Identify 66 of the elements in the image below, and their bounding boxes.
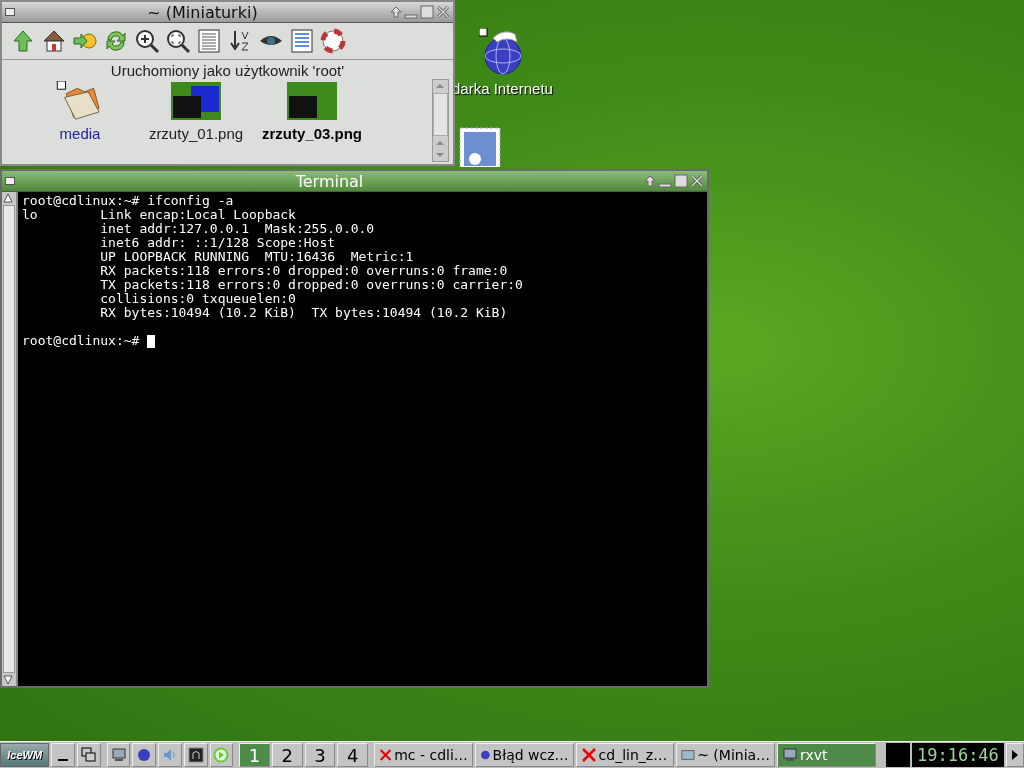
launcher-button[interactable] (183, 743, 208, 767)
maximize-icon[interactable] (420, 5, 434, 19)
file-name[interactable]: zrzuty_03.png (262, 125, 362, 142)
x-icon (580, 747, 597, 763)
terminal-line: collisions:0 txqueuelen:0 (99, 292, 296, 306)
play-icon (213, 747, 230, 763)
scrollbar[interactable] (432, 79, 449, 162)
window-title: Terminal (294, 171, 365, 191)
status-message: Uruchomiony jako użytkownik 'root' (109, 61, 346, 79)
window-list-button[interactable] (77, 743, 101, 767)
task-button[interactable]: rxvt (777, 743, 876, 767)
launcher-button[interactable] (132, 743, 157, 767)
windows-icon (80, 747, 97, 763)
terminal-icon (187, 747, 204, 763)
task-button[interactable]: Błąd wcz… (474, 743, 574, 767)
launcher-button[interactable] (106, 743, 131, 767)
zoom-fit-icon[interactable] (165, 28, 191, 54)
close-icon[interactable] (436, 5, 450, 19)
workspace-button[interactable]: 4 (337, 743, 369, 767)
close-icon[interactable] (690, 174, 704, 188)
minimize-all-button[interactable] (51, 743, 76, 767)
list-icon[interactable] (289, 28, 315, 54)
terminal-line: UP LOOPBACK RUNNING MTU:16436 Metric:1 (99, 250, 415, 264)
terminal-line: RX bytes:10494 (10.2 KiB) TX bytes:10494 (10.2 KiB) (99, 306, 509, 320)
roll-up-icon[interactable] (644, 174, 656, 188)
workspace-button[interactable]: 2 (271, 743, 303, 767)
stamp-icon[interactable] (459, 127, 501, 167)
roll-up-icon[interactable] (390, 5, 402, 19)
screenshot-thumbnail[interactable] (287, 81, 337, 121)
screenshot-thumbnail[interactable] (171, 81, 221, 121)
arrow-icon (1011, 749, 1020, 761)
clock[interactable]: 19:16:46 (911, 743, 1005, 767)
terminal-line: lo Link encap:Local Loopback (22, 208, 297, 222)
maximize-icon[interactable] (674, 174, 688, 188)
zoom-in-icon[interactable] (134, 28, 160, 54)
scrollbar[interactable] (2, 192, 18, 686)
file-name[interactable]: media (59, 125, 101, 142)
speaker-icon (161, 747, 178, 763)
details-icon[interactable] (196, 28, 222, 54)
x-icon (379, 747, 393, 763)
tray-toggle-button[interactable] (1006, 743, 1024, 767)
shell-prompt: root@cdlinux:~# (22, 334, 141, 348)
monitor-icon (110, 747, 127, 763)
terminal-line: inet6 addr: ::1/128 Scope:Host (99, 236, 337, 250)
workspace-button[interactable]: 3 (304, 743, 336, 767)
scrollbar-thumb[interactable] (433, 93, 448, 136)
scrollbar-thumb[interactable] (3, 205, 15, 673)
task-button[interactable]: cd_lin_z… (575, 743, 675, 767)
home-icon[interactable] (41, 28, 67, 54)
cpu-meter (885, 743, 910, 767)
workspace-button[interactable]: 1 (239, 743, 270, 767)
terminal-line: RX packets:118 errors:0 dropped:0 overruns:0 frame:0 (99, 264, 509, 278)
minimize-icon (58, 759, 69, 761)
task-button[interactable]: mc - cdli… (374, 743, 473, 767)
task-button[interactable]: ~ (Minia… (676, 743, 776, 767)
refresh-icon[interactable] (103, 28, 129, 54)
text-cursor (147, 334, 156, 348)
monitor-icon (782, 747, 799, 763)
terminal-line: TX packets:118 errors:0 dropped:0 overruns:0 carrier:0 (99, 278, 524, 292)
terminal-line: inet addr:127.0.0.1 Mask:255.0.0.0 (99, 222, 376, 236)
up-arrow-icon[interactable] (10, 28, 36, 54)
file-name[interactable]: zrzuty_01.png (148, 125, 244, 142)
window-menu-button[interactable] (5, 8, 15, 16)
window-menu-button[interactable] (5, 177, 15, 185)
window-title: ~ (Miniaturki) (146, 2, 259, 22)
terminal-line: root@cdlinux:~# ifconfig -a (22, 194, 235, 208)
